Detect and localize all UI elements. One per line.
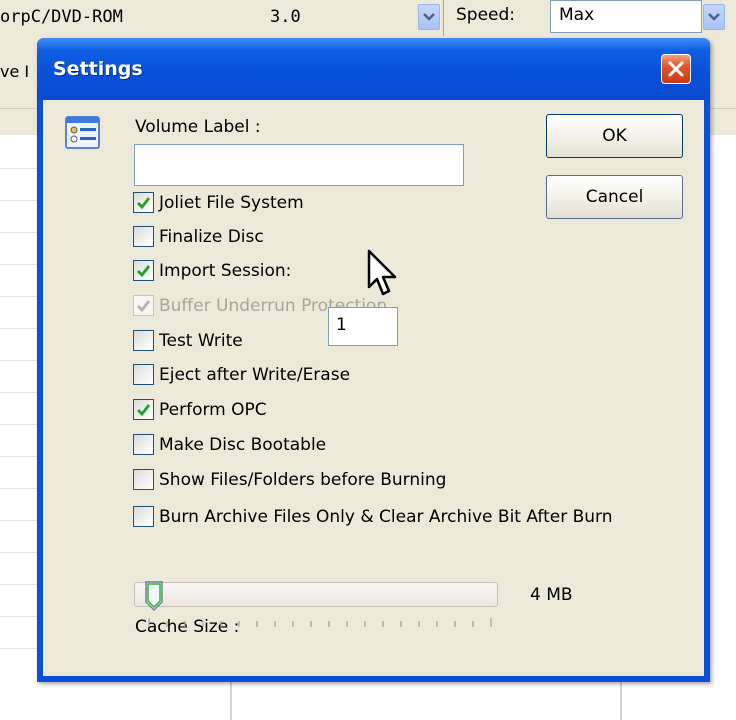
option-label: Show Files/Folders before Burning bbox=[159, 470, 447, 490]
option-label: Perform OPC bbox=[159, 400, 267, 420]
device-name: orpC/DVD-ROM bbox=[0, 7, 123, 27]
speed-select[interactable]: Max bbox=[550, 0, 702, 33]
list-gridline bbox=[0, 328, 40, 329]
checkmark-icon bbox=[137, 265, 151, 277]
volume-label-input[interactable] bbox=[134, 144, 464, 186]
option-checkbox[interactable] bbox=[133, 226, 154, 247]
list-gridline bbox=[0, 264, 40, 265]
checkmark-icon bbox=[137, 197, 151, 209]
list-gridline bbox=[0, 616, 40, 617]
speed-combo-arrow-icon[interactable] bbox=[703, 4, 725, 30]
settings-form-icon bbox=[65, 116, 100, 149]
close-button[interactable] bbox=[661, 54, 691, 84]
list-gridline bbox=[0, 552, 40, 553]
device-version: 3.0 bbox=[270, 7, 301, 27]
cache-size-slider[interactable] bbox=[134, 582, 498, 607]
list-gridline bbox=[0, 456, 40, 457]
option-checkbox[interactable] bbox=[133, 364, 154, 385]
device-row: orpC/DVD-ROM 3.0 bbox=[0, 2, 418, 32]
list-gridline bbox=[0, 232, 40, 233]
close-icon bbox=[668, 61, 684, 77]
option-checkbox[interactable] bbox=[133, 434, 154, 455]
option-label: Joliet File System bbox=[159, 193, 304, 213]
option-checkbox[interactable] bbox=[133, 330, 154, 351]
settings-dialog: Settings Volume Label : OK Cancel Joliet… bbox=[37, 38, 710, 682]
toolbar-separator bbox=[443, 0, 444, 36]
option-row[interactable]: Perform OPC bbox=[43, 397, 704, 423]
slider-ticks bbox=[148, 618, 492, 627]
option-checkbox[interactable] bbox=[133, 192, 154, 213]
option-label: Test Write bbox=[159, 331, 243, 351]
import-session-input[interactable]: 1 bbox=[328, 307, 398, 346]
volume-label-caption: Volume Label : bbox=[135, 117, 261, 137]
device-combo-arrow-icon[interactable] bbox=[418, 4, 440, 30]
option-row[interactable]: Burn Archive Files Only & Clear Archive … bbox=[43, 504, 704, 530]
option-label: Finalize Disc bbox=[159, 227, 264, 247]
option-row[interactable]: Finalize Disc bbox=[43, 224, 704, 250]
tab-label-fragment[interactable]: ve I bbox=[0, 62, 29, 81]
list-gridline bbox=[0, 520, 40, 521]
list-gridline bbox=[0, 296, 40, 297]
slider-thumb-icon[interactable] bbox=[144, 580, 164, 612]
option-checkbox[interactable] bbox=[133, 260, 154, 281]
dialog-body: Volume Label : OK Cancel Joliet File Sys… bbox=[43, 100, 704, 676]
list-gridline bbox=[0, 584, 40, 585]
ok-button[interactable]: OK bbox=[546, 114, 683, 158]
dialog-title: Settings bbox=[53, 58, 143, 80]
list-column-divider bbox=[620, 680, 622, 720]
list-column-divider bbox=[230, 680, 232, 720]
mouse-cursor-icon bbox=[367, 249, 397, 296]
option-checkbox[interactable] bbox=[133, 506, 154, 527]
checkmark-icon bbox=[137, 300, 151, 312]
list-gridline bbox=[0, 648, 40, 649]
option-checkbox bbox=[133, 295, 154, 316]
option-label: Burn Archive Files Only & Clear Archive … bbox=[159, 507, 613, 527]
option-label: Make Disc Bootable bbox=[159, 435, 327, 455]
option-label: Import Session: bbox=[159, 261, 292, 281]
option-row[interactable]: Show Files/Folders before Burning bbox=[43, 467, 704, 493]
speed-label: Speed: bbox=[456, 5, 516, 25]
list-gridline bbox=[0, 392, 40, 393]
checkmark-icon bbox=[137, 404, 151, 416]
option-row[interactable]: Eject after Write/Erase bbox=[43, 362, 704, 388]
cache-size-value: 4 MB bbox=[530, 585, 573, 605]
option-label: Eject after Write/Erase bbox=[159, 365, 351, 385]
option-checkbox[interactable] bbox=[133, 469, 154, 490]
list-gridline bbox=[0, 200, 40, 201]
list-gridline bbox=[0, 488, 40, 489]
dialog-titlebar[interactable]: Settings bbox=[37, 38, 710, 100]
list-gridline bbox=[0, 168, 40, 169]
option-row[interactable]: Make Disc Bootable bbox=[43, 432, 704, 458]
option-checkbox[interactable] bbox=[133, 399, 154, 420]
list-gridline bbox=[0, 424, 40, 425]
option-row[interactable]: Joliet File System bbox=[43, 190, 704, 216]
list-gridline bbox=[0, 360, 40, 361]
